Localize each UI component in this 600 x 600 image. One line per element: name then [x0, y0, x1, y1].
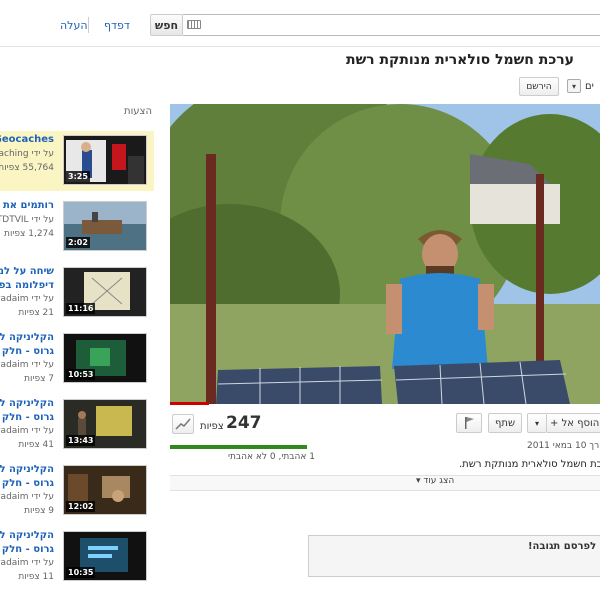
- suggestion-title[interactable]: הקליניקה למ: [0, 398, 54, 409]
- suggestion-views: 11 צפיות: [18, 572, 54, 582]
- flag-icon: [465, 417, 474, 429]
- channel-name[interactable]: ים: [585, 81, 594, 92]
- add-to-button[interactable]: + הוסף אל: [547, 413, 600, 433]
- suggestion-author: על ידי geocaching: [0, 149, 54, 159]
- suggestion-item[interactable]: 10:53 הקליניקה למ גרוס - חלק ג על ידי ay…: [0, 329, 154, 389]
- video-thumbnail[interactable]: 10:53: [63, 333, 147, 383]
- suggestion-item[interactable]: 2:02 רותמים את א על ידי TDTVIL 1,274 צפי…: [0, 197, 154, 257]
- suggestion-title-line2[interactable]: גרוס - חלק ג: [0, 346, 54, 357]
- view-count: 247: [226, 413, 262, 433]
- chevron-down-icon: ▾: [416, 476, 421, 486]
- suggestion-author: על ידי TDTVIL: [0, 215, 54, 225]
- video-frame: [170, 104, 600, 404]
- likes-summary: 1 אהבתי, 0 לא אהבתי: [228, 452, 315, 462]
- suggestion-author: על ידי ayadaim: [0, 558, 54, 568]
- suggestion-title[interactable]: הקליניקה למ: [0, 530, 54, 541]
- search-input[interactable]: [183, 14, 600, 36]
- suggestion-title[interactable]: רותמים את א: [0, 200, 54, 211]
- suggestion-author: על ידי ayadaim: [0, 426, 54, 436]
- duration-badge: 12:02: [66, 501, 96, 512]
- suggestion-item[interactable]: 3:25 Geocaches על ידי geocaching 55,764 …: [0, 131, 154, 191]
- suggestion-title[interactable]: שיחה על למי: [0, 266, 54, 277]
- suggestion-views: 21 צפיות: [18, 308, 54, 318]
- suggestion-views: 1,274 צפיות: [4, 229, 54, 239]
- duration-badge: 10:35: [66, 567, 96, 578]
- video-thumbnail[interactable]: 10:35: [63, 531, 147, 581]
- description-expander[interactable]: [170, 475, 600, 491]
- keyboard-icon[interactable]: [187, 20, 201, 29]
- suggestion-views: 55,764 צפיות: [0, 163, 54, 173]
- video-thumbnail[interactable]: 11:16: [63, 267, 147, 317]
- suggestion-author: על ידי ayadaim: [0, 294, 54, 304]
- video-thumbnail[interactable]: 13:43: [63, 399, 147, 449]
- suggestion-title-line2[interactable]: גרוס - חלק ד: [0, 544, 54, 555]
- browse-link[interactable]: דפדף: [104, 19, 130, 32]
- duration-badge: 13:43: [66, 435, 96, 446]
- upload-date: ארך 10 במאי 2011: [527, 441, 600, 451]
- stats-button[interactable]: [172, 414, 194, 434]
- video-player[interactable]: [170, 104, 600, 404]
- suggestion-item[interactable]: 11:16 שיחה על למי דיפלומה בפר 21 צפיות ע…: [0, 263, 154, 323]
- chevron-down-icon[interactable]: ▾: [527, 413, 547, 433]
- suggestion-title-line2[interactable]: גרוס - חלק א: [0, 412, 54, 423]
- duration-badge: 10:53: [66, 369, 96, 380]
- view-count-label: צפיות: [200, 421, 224, 432]
- suggestion-title[interactable]: הקליניקה למ: [0, 332, 54, 343]
- play-progress-bar[interactable]: [170, 402, 209, 405]
- duration-badge: 3:25: [66, 171, 90, 182]
- suggestion-item[interactable]: 10:35 הקליניקה למ גרוס - חלק ד על ידי ay…: [0, 527, 154, 587]
- chart-icon: [175, 418, 191, 430]
- search-button[interactable]: חפש: [150, 14, 183, 36]
- video-title: ערכת חשמל סולארית מנותקת רשת: [346, 52, 574, 68]
- suggestions-heading: הצעות: [124, 106, 153, 117]
- video-thumbnail[interactable]: 3:25: [63, 135, 147, 185]
- suggestion-author: על ידי ayadaim: [0, 360, 54, 370]
- video-description: רכת חשמל סולארית מנותקת רשת.: [459, 459, 600, 470]
- suggestion-item[interactable]: 13:43 הקליניקה למ גרוס - חלק א על ידי ay…: [0, 395, 154, 455]
- duration-badge: 2:02: [66, 237, 90, 248]
- flag-button[interactable]: [456, 413, 482, 433]
- suggestion-views: 9 צפיות: [24, 506, 54, 516]
- show-more-label: הצג עוד: [423, 476, 455, 486]
- upload-link[interactable]: העלה: [60, 19, 88, 32]
- video-thumbnail[interactable]: 2:02: [63, 201, 147, 251]
- like-ratio-bar: [170, 445, 307, 449]
- duration-badge: 11:16: [66, 303, 96, 314]
- suggestion-title-line2[interactable]: דיפלומה בפר: [0, 280, 54, 291]
- suggestion-item[interactable]: 12:02 הקליניקה למ גרוס - חלק ו על ידי ay…: [0, 461, 154, 521]
- suggestion-title[interactable]: Geocaches: [0, 134, 54, 145]
- suggestion-title-line2[interactable]: גרוס - חלק ו: [0, 478, 54, 489]
- suggestion-title[interactable]: הקליניקה למ: [0, 464, 54, 475]
- chevron-down-icon[interactable]: ▾: [567, 79, 581, 93]
- subscribe-button[interactable]: הירשם: [519, 77, 559, 96]
- suggestion-views: 7 צפיות: [24, 374, 54, 384]
- suggestion-views: 41 צפיות: [18, 440, 54, 450]
- comment-prompt: די לפרסם תגובה!: [528, 541, 600, 552]
- share-button[interactable]: שתף: [488, 413, 522, 433]
- nav-divider: [88, 17, 89, 33]
- video-thumbnail[interactable]: 12:02: [63, 465, 147, 515]
- suggestion-author: על ידי ayadaim: [0, 492, 54, 502]
- show-more-button[interactable]: ▾ הצג עוד: [416, 476, 454, 486]
